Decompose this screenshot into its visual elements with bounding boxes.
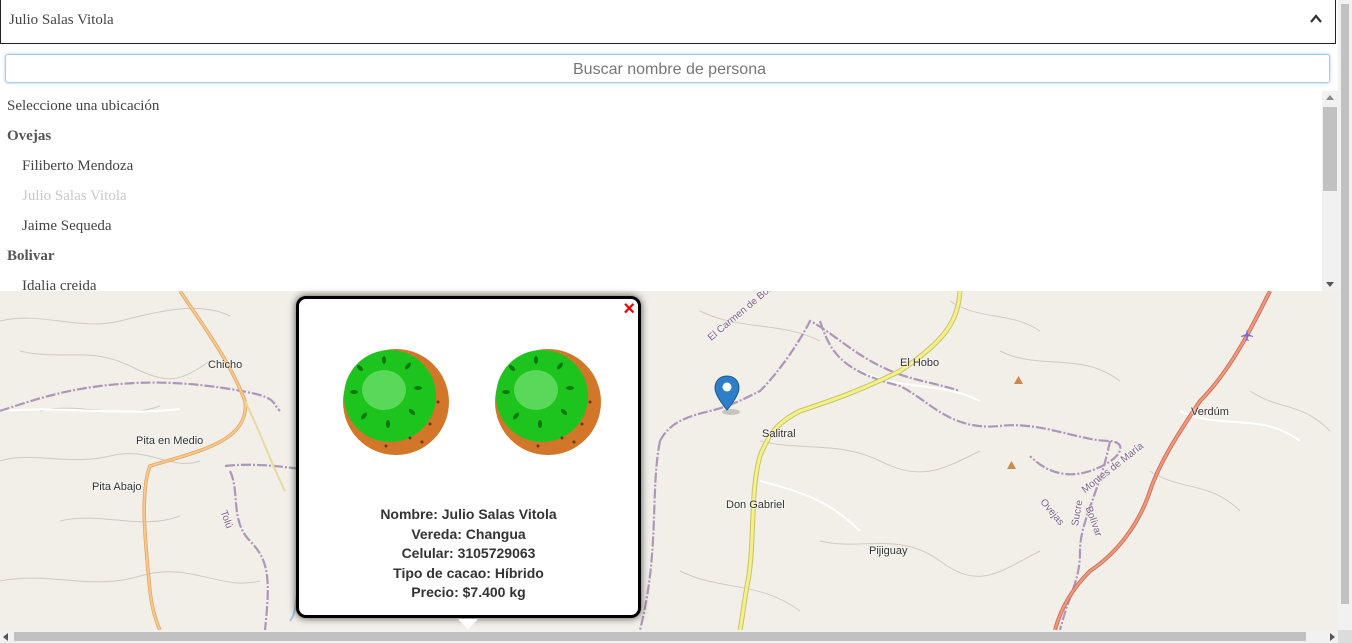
page-scroll-thumb[interactable] <box>1341 4 1349 604</box>
popup-tip <box>458 619 478 629</box>
place-label: El Hobo <box>900 357 940 369</box>
option-placeholder[interactable]: Seleccione una ubicación <box>0 91 1322 121</box>
map[interactable]: Chicho Pita en Medio Pita Abajo El Hobo … <box>0 291 1338 630</box>
chevron-up-icon[interactable] <box>1309 12 1323 26</box>
map-pin-icon[interactable] <box>713 374 741 416</box>
scroll-left-arrow-icon[interactable] <box>3 633 8 641</box>
place-label: Salitral <box>762 428 796 440</box>
scroll-up-arrow-icon[interactable] <box>1326 95 1334 100</box>
popup-tipo-cacao: Tipo de cacao: Híbrido <box>393 564 544 581</box>
horizontal-scroll-thumb[interactable] <box>14 632 1306 641</box>
page-vertical-scrollbar[interactable] <box>1338 0 1352 630</box>
search-input[interactable] <box>6 55 1333 84</box>
popup-info: Nombre: Julio Salas Vitola Vereda: Chang… <box>299 505 638 603</box>
option-julio-salas-vitola[interactable]: Julio Salas Vitola <box>0 181 1322 211</box>
popup-celular: Celular: 3105729063 <box>401 545 536 561</box>
location-select[interactable]: Julio Salas Vitola <box>0 0 1336 44</box>
mountain-peak-icon <box>1007 461 1016 469</box>
kiwi-half-icon <box>343 349 449 455</box>
options-list: Seleccione una ubicación Ovejas Filibert… <box>0 91 1322 291</box>
option-jaime-sequeda[interactable]: Jaime Sequeda <box>0 211 1322 241</box>
page-horizontal-scrollbar[interactable] <box>0 630 1338 643</box>
select-dropdown: Seleccione una ubicación Ovejas Filibert… <box>0 44 1338 291</box>
options-scrollbar[interactable] <box>1322 91 1338 291</box>
option-idalia-creida[interactable]: Idalia creida <box>0 271 1322 291</box>
marker-popup: × Nombre: Julio Salas Vitola Vereda: Cha… <box>296 296 641 618</box>
place-label: Pita en Medio <box>136 435 204 447</box>
popup-precio: Precio: $7.400 kg <box>411 584 526 600</box>
map-base-layer <box>0 291 1331 630</box>
popup-nombre: Nombre: Julio Salas Vitola <box>380 506 557 522</box>
scrollbar-corner <box>1338 630 1352 643</box>
option-group-ovejas: Ovejas <box>7 128 52 144</box>
place-label: Verdúm <box>1191 406 1229 418</box>
kiwi-half-icon <box>495 349 601 455</box>
popup-vereda: Vereda: Changua <box>411 525 526 542</box>
place-label: Don Gabriel <box>726 499 785 511</box>
options-scroll-thumb[interactable] <box>1323 107 1337 191</box>
option-filiberto-mendoza[interactable]: Filiberto Mendoza <box>0 151 1322 181</box>
mountain-peak-icon <box>1014 376 1023 384</box>
search-box[interactable] <box>5 54 1333 84</box>
option-group-bolivar: Bolivar <box>7 248 55 264</box>
place-label: Pijiguay <box>869 545 908 557</box>
popup-close-button[interactable]: × <box>623 298 635 321</box>
scroll-down-arrow-icon[interactable] <box>1326 282 1334 287</box>
scroll-right-arrow-icon[interactable] <box>1330 633 1335 641</box>
place-label: Pita Abajo <box>92 481 142 493</box>
airplane-icon <box>1241 329 1253 341</box>
place-label: Chicho <box>208 359 243 371</box>
selected-value: Julio Salas Vitola <box>9 12 114 28</box>
